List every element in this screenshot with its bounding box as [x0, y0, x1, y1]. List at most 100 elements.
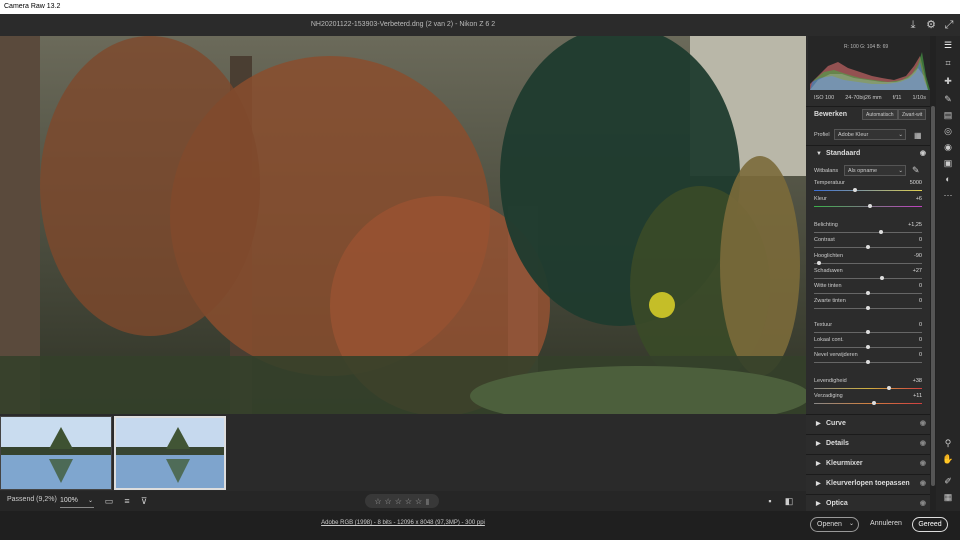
slider-track[interactable]	[814, 388, 922, 389]
slider-handle[interactable]	[853, 188, 858, 192]
slider-track[interactable]	[814, 232, 922, 233]
gradient-icon[interactable]: ▤	[941, 108, 955, 122]
black-white-button[interactable]: Zwart-wit	[898, 109, 927, 120]
slider-value[interactable]: +6	[916, 196, 922, 202]
zoom-fit-button[interactable]: Passend (9,2%)	[7, 496, 57, 503]
slider-contrast[interactable]: Contrast 0	[814, 237, 930, 253]
slider-value[interactable]: +11	[913, 393, 922, 399]
more-icon[interactable]: ⋯	[941, 188, 955, 202]
slider-handle[interactable]	[866, 291, 870, 295]
filmstrip-toggle-icon[interactable]: ▭	[102, 494, 116, 508]
slider-witte-tinten[interactable]: Witte tinten 0	[814, 283, 930, 299]
slider-handle[interactable]	[866, 306, 870, 310]
slider-handle[interactable]	[872, 401, 877, 405]
slider-handle[interactable]	[866, 245, 870, 249]
section-kleurmixer[interactable]: ▶ Kleurmixer ◉	[806, 456, 930, 472]
section-kleurverlopen-toepassen[interactable]: ▶ Kleurverlopen toepassen ◉	[806, 476, 930, 492]
slider-value[interactable]: 0	[919, 337, 922, 343]
slider-lokaal-cont-[interactable]: Lokaal cont. 0	[814, 337, 930, 353]
slider-value[interactable]: +1,25	[908, 222, 922, 228]
eye-icon[interactable]: ◉	[920, 476, 926, 492]
eye-icon[interactable]: ◉	[920, 146, 926, 162]
section-details[interactable]: ▶ Details ◉	[806, 436, 930, 452]
presets-icon[interactable]: ◐	[941, 172, 955, 186]
slider-zwarte-tinten[interactable]: Zwarte tinten 0	[814, 298, 930, 314]
filter-icon[interactable]: ⊽	[137, 494, 151, 508]
before-after-icon[interactable]: ◧	[782, 494, 796, 508]
slider-track[interactable]	[814, 263, 922, 264]
slider-value[interactable]: +38	[913, 378, 922, 384]
brush-icon[interactable]: ✎	[941, 92, 955, 106]
slider-handle[interactable]	[866, 345, 870, 349]
radial-filter-icon[interactable]: ◎	[941, 124, 955, 138]
single-view-icon[interactable]: ▪	[763, 494, 777, 508]
slider-handle[interactable]	[817, 261, 822, 265]
color-sampler-icon[interactable]: ✐	[941, 474, 955, 488]
grid-icon[interactable]: ▦	[941, 490, 955, 504]
slider-handle[interactable]	[866, 330, 870, 334]
hand-icon[interactable]: ✋	[941, 452, 955, 466]
auto-button[interactable]: Automatisch	[862, 109, 898, 120]
slider-hooglichten[interactable]: Hooglichten -90	[814, 253, 930, 269]
slider-value[interactable]: -90	[914, 253, 922, 259]
slider-levendigheid[interactable]: Levendigheid +38	[814, 378, 930, 394]
profile-browser-icon[interactable]: ▦	[914, 131, 922, 140]
slider-value[interactable]: 0	[919, 298, 922, 304]
zoom-icon[interactable]: ⚲	[941, 436, 955, 450]
star-icon[interactable]: ☆	[374, 497, 381, 506]
done-button[interactable]: Gereed	[912, 517, 948, 532]
slider-temperatuur[interactable]: Temperatuur 5000	[814, 180, 930, 196]
section-basic[interactable]: ▼ Standaard ◉	[806, 146, 930, 162]
star-icon[interactable]: ☆	[405, 497, 412, 506]
slider-textuur[interactable]: Textuur 0	[814, 322, 930, 338]
slider-handle[interactable]	[866, 360, 870, 364]
profile-select[interactable]: Adobe Kleur ⌄	[834, 129, 906, 140]
section-curve[interactable]: ▶ Curve ◉	[806, 416, 930, 432]
trash-icon[interactable]: ▮	[425, 497, 429, 506]
slider-value[interactable]: 0	[919, 237, 922, 243]
filmstrip-thumbnail-2[interactable]	[114, 416, 226, 490]
gear-icon[interactable]: ⚙	[924, 18, 938, 32]
slider-track[interactable]	[814, 278, 922, 279]
save-icon[interactable]: ⤓	[906, 18, 920, 32]
slider-value[interactable]: 0	[919, 352, 922, 358]
fullscreen-icon[interactable]: ⤢	[942, 18, 956, 32]
eye-icon[interactable]: ◉	[920, 456, 926, 472]
filmstrip-thumbnail-1[interactable]	[0, 416, 112, 490]
slider-nevel-verwijderen[interactable]: Nevel verwijderen 0	[814, 352, 930, 368]
snapshots-icon[interactable]: ▣	[941, 156, 955, 170]
eye-icon[interactable]: ◉	[920, 436, 926, 452]
star-icon[interactable]: ☆	[395, 497, 402, 506]
photo-preview[interactable]	[0, 36, 806, 414]
slider-handle[interactable]	[886, 386, 891, 390]
slider-handle[interactable]	[880, 276, 885, 280]
red-eye-icon[interactable]: ◉	[941, 140, 955, 154]
slider-track[interactable]	[814, 190, 922, 191]
slider-verzadiging[interactable]: Verzadiging +11	[814, 393, 930, 409]
slider-track[interactable]	[814, 403, 922, 404]
star-rating[interactable]: ☆ ☆ ☆ ☆ ☆ ▮	[365, 494, 439, 508]
open-button[interactable]: Openen ⌄	[810, 517, 859, 532]
eye-icon[interactable]: ◉	[920, 416, 926, 432]
edit-sliders-icon[interactable]: ☰	[941, 38, 955, 52]
sort-icon[interactable]: ≡	[120, 494, 134, 508]
slider-belichting[interactable]: Belichting +1,25	[814, 222, 930, 238]
slider-value[interactable]: 0	[919, 322, 922, 328]
star-icon[interactable]: ☆	[385, 497, 392, 506]
slider-handle[interactable]	[878, 230, 883, 234]
eyedropper-icon[interactable]: ✎	[912, 165, 920, 176]
zoom-select[interactable]: 100% ⌄	[60, 494, 94, 508]
healing-icon[interactable]: ✚	[941, 74, 955, 88]
white-balance-select[interactable]: Als opname ⌄	[844, 165, 906, 176]
eye-icon[interactable]: ◉	[920, 496, 926, 511]
slider-kleur[interactable]: Kleur +6	[814, 196, 930, 212]
star-icon[interactable]: ☆	[415, 497, 422, 506]
workflow-options-link[interactable]: Adobe RGB (1998) - 8 bits - 12096 x 8048…	[0, 520, 806, 526]
scrollbar-thumb[interactable]	[931, 106, 935, 486]
slider-value[interactable]: 0	[919, 283, 922, 289]
slider-schaduwen[interactable]: Schaduwen +27	[814, 268, 930, 284]
section-optica[interactable]: ▶ Optica ◉	[806, 496, 930, 511]
slider-value[interactable]: +27	[913, 268, 922, 274]
slider-handle[interactable]	[868, 204, 873, 208]
crop-icon[interactable]: ⌗	[941, 56, 955, 70]
